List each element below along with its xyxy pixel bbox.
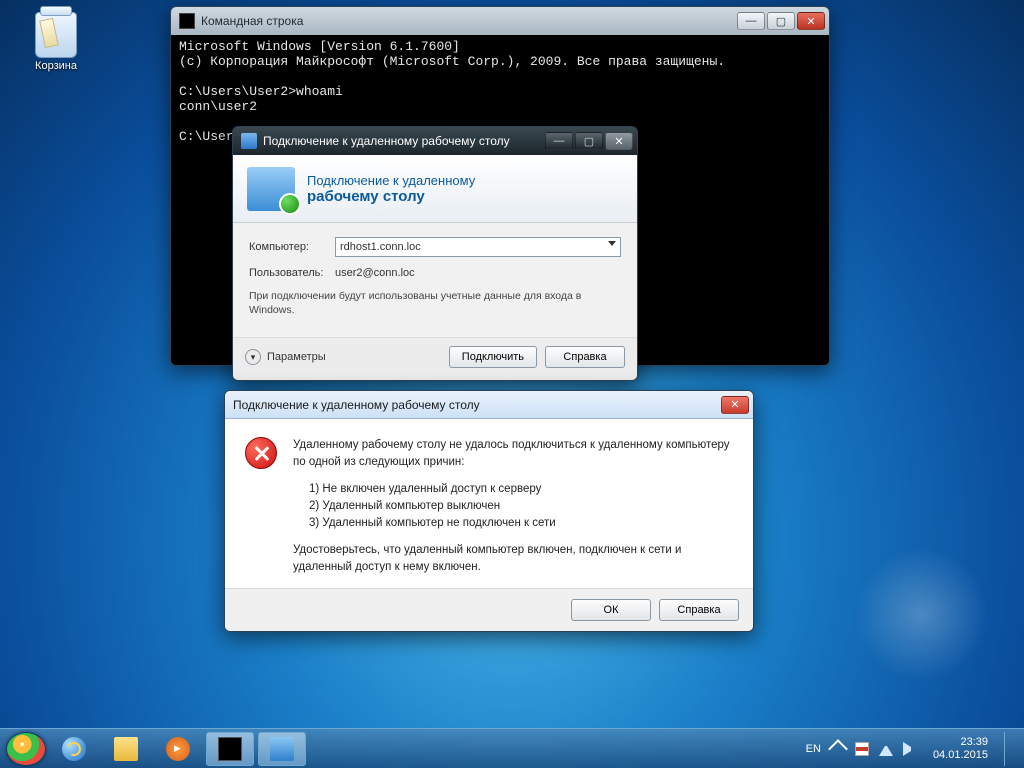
- taskbar-rdp[interactable]: [258, 732, 306, 766]
- cmd-titlebar[interactable]: Командная строка — ▢ ✕: [171, 7, 829, 35]
- maximize-button[interactable]: ▢: [575, 132, 603, 150]
- rdp-icon: [270, 737, 294, 761]
- taskbar-media-player[interactable]: [154, 732, 202, 766]
- ok-button[interactable]: ОК: [571, 599, 651, 621]
- tray-expand-icon[interactable]: [828, 739, 848, 759]
- recycle-bin[interactable]: Корзина: [26, 12, 86, 72]
- error-title: Подключение к удаленному рабочему столу: [233, 398, 721, 412]
- user-value: user2@conn.loc: [335, 267, 415, 279]
- parameters-label: Параметры: [267, 351, 326, 363]
- computer-value: rdhost1.conn.loc: [340, 241, 421, 253]
- language-indicator[interactable]: EN: [806, 743, 821, 755]
- banner-line1: Подключение к удаленному: [307, 173, 475, 188]
- rdp-titlebar[interactable]: Подключение к удаленному рабочему столу …: [233, 127, 637, 155]
- close-button[interactable]: ✕: [797, 12, 825, 30]
- error-message: Удаленному рабочему столу не удалось под…: [293, 437, 733, 576]
- recycle-bin-label: Корзина: [26, 60, 86, 72]
- close-button[interactable]: ✕: [605, 132, 633, 150]
- taskbar-cmd[interactable]: [206, 732, 254, 766]
- cmd-icon: [179, 13, 195, 29]
- ie-icon: [62, 737, 86, 761]
- recycle-bin-icon: [35, 12, 77, 58]
- cmd-icon: [218, 737, 242, 761]
- credentials-note: При подключении будут использованы учетн…: [249, 289, 621, 317]
- rdp-banner-icon: [247, 167, 295, 211]
- error-reason-1: 1) Не включен удаленный доступ к серверу: [309, 481, 733, 498]
- parameters-toggle[interactable]: ▾ Параметры: [245, 349, 326, 365]
- computer-label: Компьютер:: [249, 241, 335, 253]
- clock-time: 23:39: [933, 736, 988, 749]
- rdp-banner: Подключение к удаленному рабочему столу: [233, 155, 637, 223]
- system-tray: EN 23:39 04.01.2015: [806, 732, 1018, 766]
- help-button[interactable]: Справка: [659, 599, 739, 621]
- maximize-button[interactable]: ▢: [767, 12, 795, 30]
- media-icon: [166, 737, 190, 761]
- clock[interactable]: 23:39 04.01.2015: [933, 736, 988, 762]
- network-icon[interactable]: [879, 742, 893, 756]
- clock-date: 04.01.2015: [933, 749, 988, 762]
- error-outro: Удостоверьтесь, что удаленный компьютер …: [293, 542, 733, 576]
- error-reason-3: 3) Удаленный компьютер не подключен к се…: [309, 515, 733, 532]
- help-button[interactable]: Справка: [545, 346, 625, 368]
- taskbar[interactable]: EN 23:39 04.01.2015: [0, 728, 1024, 768]
- computer-combobox[interactable]: rdhost1.conn.loc: [335, 237, 621, 257]
- taskbar-explorer[interactable]: [102, 732, 150, 766]
- connect-button[interactable]: Подключить: [449, 346, 537, 368]
- action-center-icon[interactable]: [855, 742, 869, 756]
- banner-line2: рабочему столу: [307, 188, 475, 205]
- error-intro: Удаленному рабочему столу не удалось под…: [293, 437, 733, 471]
- rdp-window[interactable]: Подключение к удаленному рабочему столу …: [232, 126, 638, 381]
- taskbar-ie[interactable]: [50, 732, 98, 766]
- error-icon: [245, 437, 277, 469]
- close-button[interactable]: ✕: [721, 396, 749, 414]
- minimize-button[interactable]: —: [737, 12, 765, 30]
- start-button[interactable]: [6, 732, 46, 766]
- error-titlebar[interactable]: Подключение к удаленному рабочему столу …: [225, 391, 753, 419]
- volume-icon[interactable]: [903, 742, 917, 756]
- chevron-down-icon: [608, 241, 616, 246]
- rdp-icon: [241, 133, 257, 149]
- folder-icon: [114, 737, 138, 761]
- minimize-button[interactable]: —: [545, 132, 573, 150]
- rdp-title: Подключение к удаленному рабочему столу: [263, 134, 545, 148]
- cmd-title: Командная строка: [201, 14, 737, 28]
- show-desktop-button[interactable]: [1004, 732, 1014, 766]
- chevron-down-icon: ▾: [245, 349, 261, 365]
- user-label: Пользователь:: [249, 267, 335, 279]
- error-dialog[interactable]: Подключение к удаленному рабочему столу …: [224, 390, 754, 632]
- error-reason-2: 2) Удаленный компьютер выключен: [309, 498, 733, 515]
